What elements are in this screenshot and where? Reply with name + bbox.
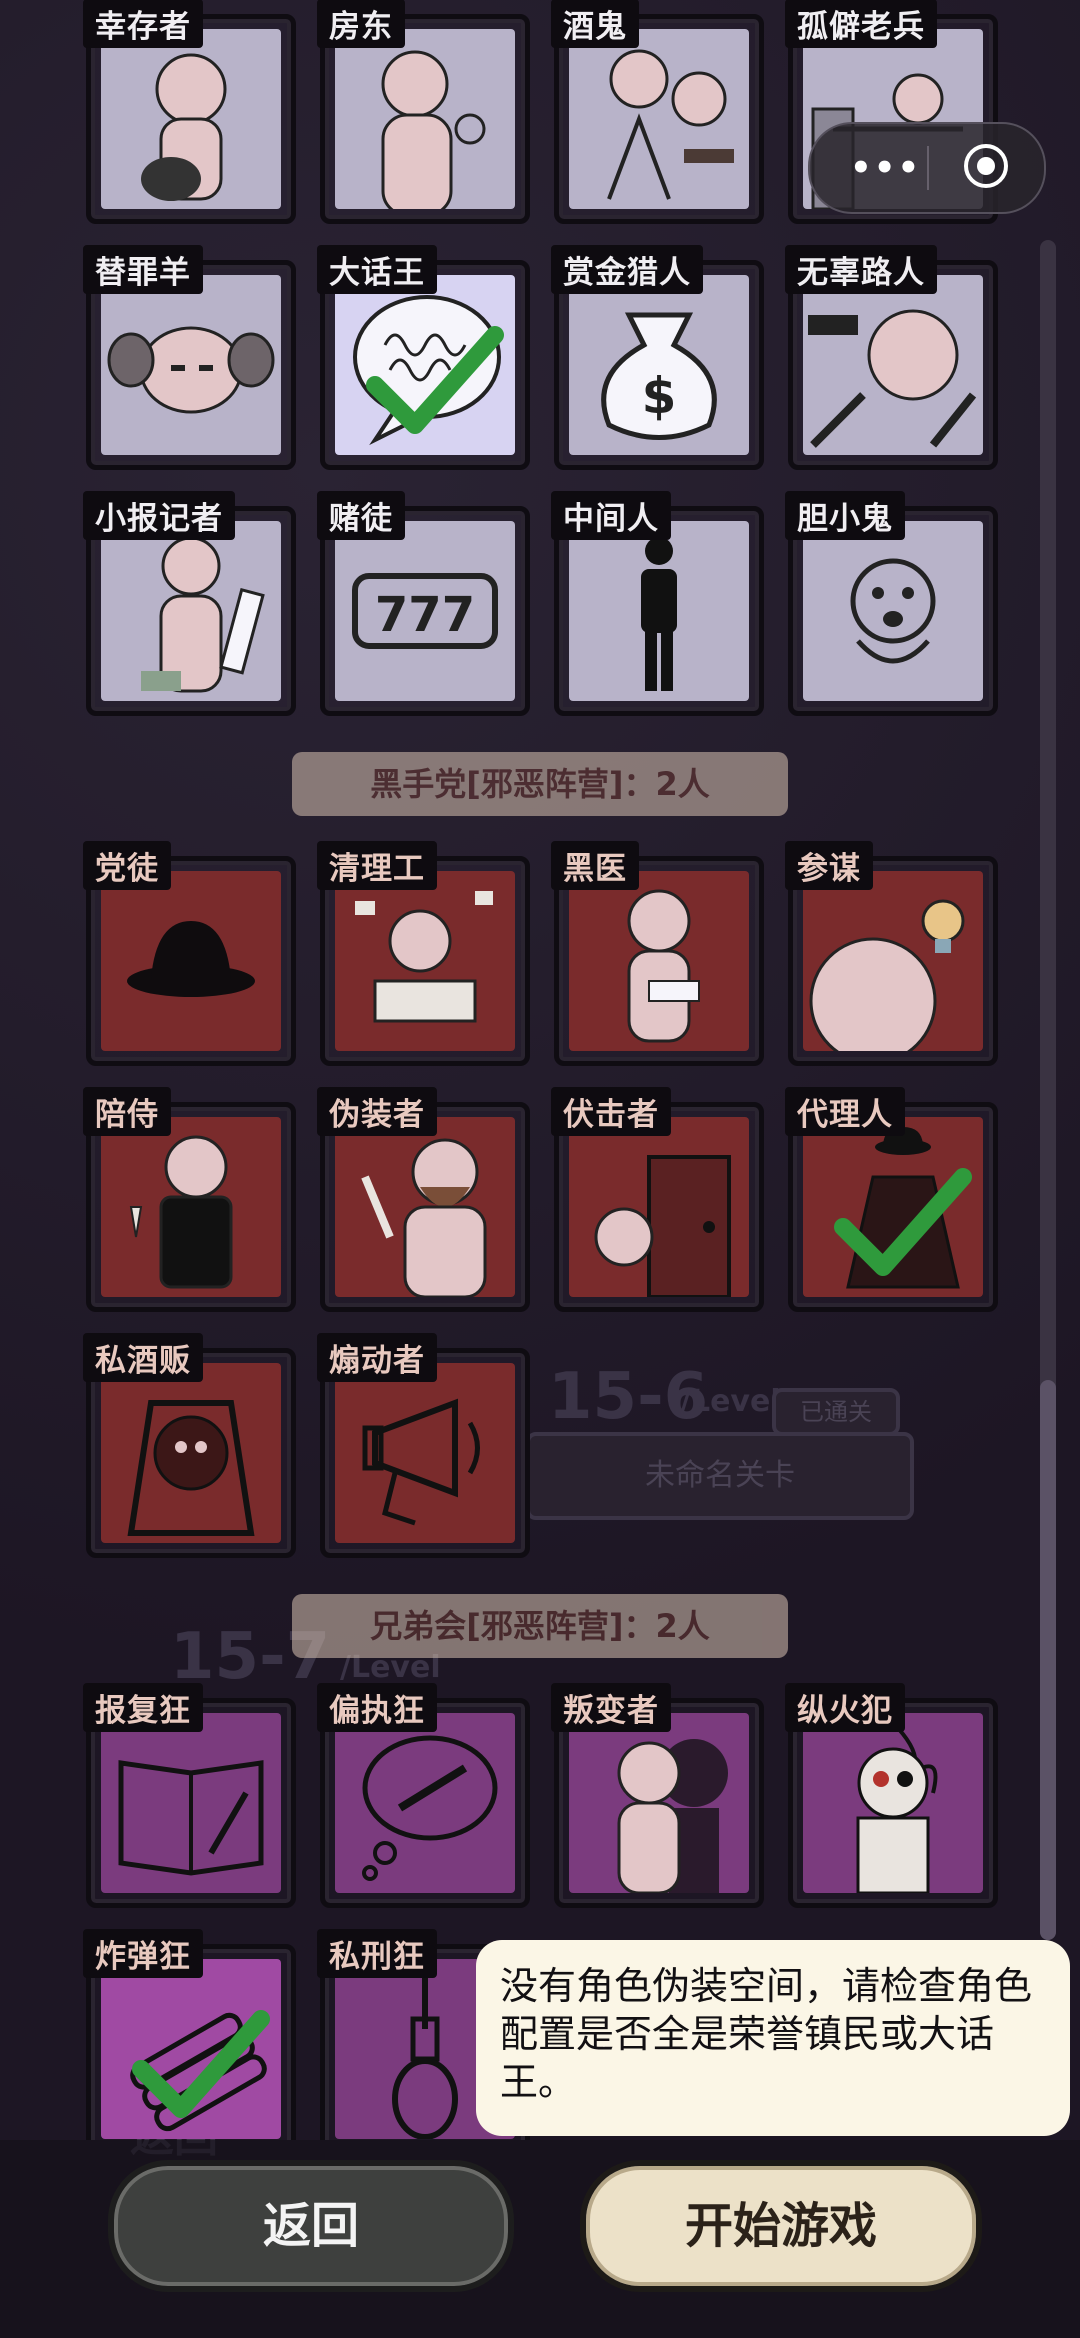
scrollbar-thumb[interactable] bbox=[1040, 1380, 1056, 1940]
role-label: 私刑狂 bbox=[317, 1929, 437, 1978]
role-card-bootlegger[interactable]: 私酒贩 bbox=[83, 1333, 296, 1558]
role-label: 赌徒 bbox=[317, 491, 405, 540]
role-label: 煽动者 bbox=[317, 1333, 437, 1382]
role-label: 黑医 bbox=[551, 841, 639, 890]
miniapp-capsule[interactable]: ••• bbox=[808, 122, 1046, 214]
drunkard-art-icon bbox=[607, 49, 734, 200]
role-card-middleman[interactable]: 中间人 bbox=[551, 491, 764, 716]
role-label: 陪侍 bbox=[83, 1087, 171, 1136]
selected-check-icon bbox=[366, 326, 504, 434]
role-label: 房东 bbox=[317, 0, 405, 48]
role-label: 清理工 bbox=[317, 841, 437, 890]
start-game-button[interactable]: 开始游戏 bbox=[580, 2160, 982, 2292]
cleaner-art-icon bbox=[355, 891, 493, 1023]
money-bag-icon: $ bbox=[601, 312, 717, 440]
landlord-art-icon bbox=[381, 50, 486, 209]
role-label: 胆小鬼 bbox=[785, 491, 905, 540]
lightbulb-thinker-icon bbox=[809, 899, 965, 1051]
doctor-art-icon bbox=[627, 889, 700, 1043]
fedora-hat-icon bbox=[127, 921, 255, 997]
role-card-cleaner[interactable]: 清理工 bbox=[317, 841, 530, 1066]
megaphone-icon bbox=[362, 1398, 480, 1526]
slot-machine-text: 777 bbox=[375, 587, 475, 643]
role-label: 报复狂 bbox=[83, 1683, 203, 1732]
role-label: 伪装者 bbox=[317, 1087, 437, 1136]
role-card-instigator[interactable]: 煽动者 bbox=[317, 1333, 530, 1558]
back-button[interactable]: 返回 bbox=[108, 2160, 514, 2292]
role-label: 叛变者 bbox=[551, 1683, 671, 1732]
thought-knife-icon bbox=[362, 1735, 498, 1881]
dollar-sign-text: $ bbox=[642, 367, 677, 425]
role-card-paranoid[interactable]: 偏执狂 bbox=[317, 1683, 530, 1908]
role-card-traitor[interactable]: 叛变者 bbox=[551, 1683, 764, 1908]
role-label: 党徒 bbox=[83, 841, 171, 890]
role-card-ambusher[interactable]: 伏击者 bbox=[551, 1087, 764, 1312]
role-label: 参谋 bbox=[785, 841, 873, 890]
bystander-art-icon bbox=[808, 309, 977, 448]
role-card-tabloid-reporter[interactable]: 小报记者 bbox=[83, 491, 296, 716]
role-card-disguiser[interactable]: 伪装者 bbox=[317, 1087, 530, 1312]
reporter-art-icon bbox=[141, 536, 265, 693]
role-card-escort[interactable]: 陪侍 bbox=[83, 1087, 296, 1312]
role-card-drunkard[interactable]: 酒鬼 bbox=[551, 0, 764, 224]
scapegoat-art-icon bbox=[107, 326, 275, 414]
role-card-advisor[interactable]: 参谋 bbox=[785, 841, 998, 1066]
person-silhouette-icon bbox=[641, 537, 677, 691]
role-label: 无辜路人 bbox=[785, 245, 937, 294]
role-card-gambler[interactable]: 777 赌徒 bbox=[317, 491, 530, 716]
escort-art-icon bbox=[129, 1135, 233, 1289]
role-label: 代理人 bbox=[785, 1087, 905, 1136]
role-label: 纵火犯 bbox=[785, 1683, 905, 1732]
role-label: 幸存者 bbox=[83, 0, 203, 48]
role-label: 替罪羊 bbox=[83, 245, 203, 294]
role-label: 偏执狂 bbox=[317, 1683, 437, 1732]
survivor-art-icon bbox=[141, 53, 227, 201]
selected-check-icon bbox=[132, 2010, 270, 2118]
disguiser-art-icon bbox=[361, 1138, 487, 1297]
role-card-arsonist[interactable]: 纵火犯 bbox=[785, 1683, 998, 1908]
toast-message: 没有角色伪装空间，请检查角色配置是否全是荣誉镇民或大话王。 bbox=[500, 1964, 1033, 2104]
role-card-coward[interactable]: 胆小鬼 bbox=[785, 491, 998, 716]
close-target-icon[interactable] bbox=[962, 142, 1010, 190]
role-card-liar-king[interactable]: 大话王 bbox=[317, 245, 530, 470]
warning-toast: 没有角色伪装空间，请检查角色配置是否全是荣誉镇民或大话王。 bbox=[476, 1940, 1070, 2136]
more-icon[interactable]: ••• bbox=[850, 148, 921, 188]
arsonist-skull-icon bbox=[856, 1721, 938, 1893]
section-header-brotherhood: 兄弟会[邪恶阵营]：2人 bbox=[292, 1594, 788, 1658]
role-label: 私酒贩 bbox=[83, 1333, 203, 1382]
role-card-partisan[interactable]: 党徒 bbox=[83, 841, 296, 1066]
book-knife-icon bbox=[118, 1760, 264, 1876]
role-card-bounty-hunter[interactable]: $ 赏金猎人 bbox=[551, 245, 764, 470]
role-card-landlord[interactable]: 房东 bbox=[317, 0, 530, 224]
role-card-survivor[interactable]: 幸存者 bbox=[83, 0, 296, 224]
capsule-divider bbox=[927, 146, 929, 190]
role-label: 大话王 bbox=[317, 245, 437, 294]
role-label: 炸弹狂 bbox=[83, 1929, 203, 1978]
role-card-avenger[interactable]: 报复狂 bbox=[83, 1683, 296, 1908]
role-label: 赏金猎人 bbox=[551, 245, 703, 294]
section-header-black-hand: 黑手党[邪恶阵营]：2人 bbox=[292, 752, 788, 816]
bootlegger-coat-icon bbox=[127, 1400, 255, 1536]
role-card-proxy[interactable]: 代理人 bbox=[785, 1087, 998, 1312]
role-card-innocent-bystander[interactable]: 无辜路人 bbox=[785, 245, 998, 470]
role-label: 小报记者 bbox=[83, 491, 235, 540]
door-ambush-icon bbox=[594, 1155, 731, 1297]
selected-check-icon bbox=[834, 1168, 972, 1276]
role-label: 孤僻老兵 bbox=[785, 0, 937, 48]
role-list[interactable]: 幸存者 房东 酒鬼 孤僻老兵 替罪羊 大话王 $ 赏金猎人 无辜路人 小报记者 … bbox=[0, 0, 1080, 2140]
role-label: 伏击者 bbox=[551, 1087, 671, 1136]
role-card-scapegoat[interactable]: 替罪羊 bbox=[83, 245, 296, 470]
role-card-bomber[interactable]: 炸弹狂 bbox=[83, 1929, 296, 2140]
role-card-black-doctor[interactable]: 黑医 bbox=[551, 841, 764, 1066]
role-label: 酒鬼 bbox=[551, 0, 639, 48]
traitor-art-icon bbox=[617, 1739, 728, 1893]
slot-machine-icon: 777 bbox=[352, 573, 498, 649]
scared-face-icon bbox=[850, 558, 936, 664]
role-label: 中间人 bbox=[551, 491, 671, 540]
